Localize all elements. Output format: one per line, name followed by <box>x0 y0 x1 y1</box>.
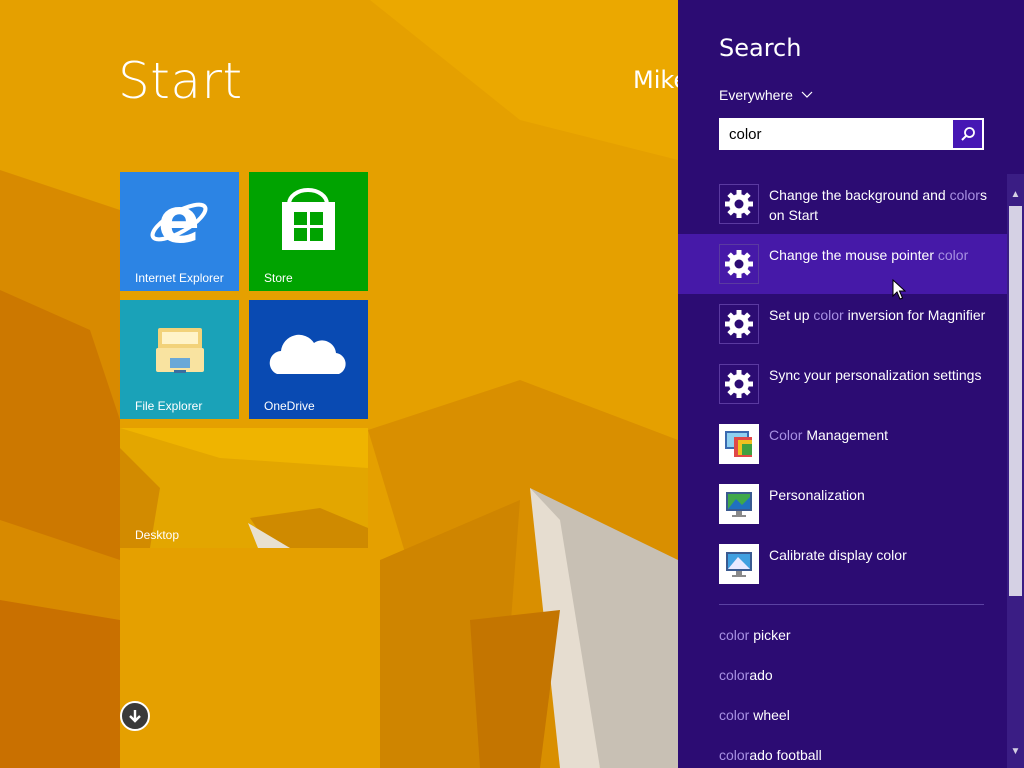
scroll-thumb[interactable] <box>1009 206 1022 596</box>
result-text-part: ado <box>749 667 773 683</box>
result-text: Change the mouse pointer color <box>769 245 994 265</box>
search-result[interactable]: Color Management <box>678 414 1008 474</box>
result-text: Set up color inversion for Magnifier <box>769 305 994 325</box>
search-results: Change the background and colors on Star… <box>678 174 1008 594</box>
search-heading: Search <box>719 34 802 62</box>
tile-label: OneDrive <box>264 399 315 413</box>
result-text-part: Calibrate display color <box>769 547 907 563</box>
result-text-part: Set up <box>769 307 814 323</box>
tile-file-explorer[interactable]: File Explorer <box>120 300 239 419</box>
result-text: Change the background and colors on Star… <box>769 185 994 225</box>
result-text-part: Personalization <box>769 487 865 503</box>
query-match-text: color <box>719 747 750 763</box>
result-text-part: wheel <box>749 707 790 723</box>
results-divider <box>719 604 984 605</box>
start-title: Start <box>118 52 243 110</box>
result-text-part: Change the mouse pointer <box>769 247 938 263</box>
tile-store[interactable]: Store <box>249 172 368 291</box>
result-text: Color Management <box>769 425 994 445</box>
mouse-pointer-icon <box>892 279 906 300</box>
search-result[interactable]: Change the mouse pointer color <box>678 234 1008 294</box>
result-text-part: Management <box>802 427 889 443</box>
query-match-text: color <box>937 247 969 263</box>
tile-desktop[interactable]: Desktop <box>120 428 368 548</box>
search-result[interactable]: Personalization <box>678 474 1008 534</box>
personalization-icon <box>719 484 759 524</box>
scroll-up-arrow-icon[interactable]: ▲ <box>1007 186 1024 203</box>
search-scope-label: Everywhere <box>719 87 793 103</box>
settings-gear-icon <box>719 364 759 404</box>
search-result[interactable]: Change the background and colors on Star… <box>678 174 1008 234</box>
result-text-part: inversion for Magnifier <box>843 307 986 323</box>
tile-label: Internet Explorer <box>135 271 224 285</box>
tile-label: Store <box>264 271 293 285</box>
search-result[interactable]: Set up color inversion for Magnifier <box>678 294 1008 354</box>
query-match-text: color <box>719 627 750 643</box>
result-text-part: Change the background and <box>769 187 950 203</box>
tile-onedrive[interactable]: OneDrive <box>249 300 368 419</box>
search-suggestions: color picker colorado color wheel colora… <box>719 622 822 768</box>
tile-label: Desktop <box>135 528 180 542</box>
query-match-text: color <box>719 667 750 683</box>
result-text-part: Sync your personalization settings <box>769 367 982 383</box>
search-result[interactable]: Sync your personalization settings <box>678 354 1008 414</box>
query-match-text: color <box>949 187 980 203</box>
calibrate-display-icon <box>719 544 759 584</box>
result-text: Personalization <box>769 485 994 505</box>
search-icon <box>960 127 975 141</box>
search-result[interactable]: Calibrate display color <box>678 534 1008 594</box>
search-pane: Search Everywhere Change the background … <box>678 0 1024 768</box>
search-suggestion[interactable]: color picker <box>719 622 822 662</box>
result-text: Calibrate display color <box>769 545 994 565</box>
settings-gear-icon <box>719 304 759 344</box>
search-input[interactable] <box>721 120 953 148</box>
all-apps-button[interactable] <box>120 701 150 731</box>
query-match-text: color <box>719 707 750 723</box>
arrow-down-icon <box>129 710 141 723</box>
result-text: Sync your personalization settings <box>769 365 994 385</box>
query-match-text: Color <box>769 427 803 443</box>
scroll-down-arrow-icon[interactable]: ▼ <box>1007 743 1024 760</box>
search-scope-dropdown[interactable]: Everywhere <box>719 87 813 103</box>
search-button[interactable] <box>953 120 982 148</box>
search-box <box>719 118 984 150</box>
query-match-text: color <box>813 307 844 323</box>
result-text-part: ado football <box>749 747 822 763</box>
settings-gear-icon <box>719 184 759 224</box>
chevron-down-icon <box>801 91 813 98</box>
tile-label: File Explorer <box>135 399 203 413</box>
settings-gear-icon <box>719 244 759 284</box>
search-suggestion[interactable]: colorado <box>719 662 822 702</box>
search-suggestion[interactable]: colorado football <box>719 742 822 768</box>
color-management-icon <box>719 424 759 464</box>
search-suggestion[interactable]: color wheel <box>719 702 822 742</box>
results-scrollbar[interactable]: ▲ ▼ <box>1007 174 1024 768</box>
tile-internet-explorer[interactable]: e Internet Explorer <box>120 172 239 291</box>
result-text-part: picker <box>749 627 791 643</box>
